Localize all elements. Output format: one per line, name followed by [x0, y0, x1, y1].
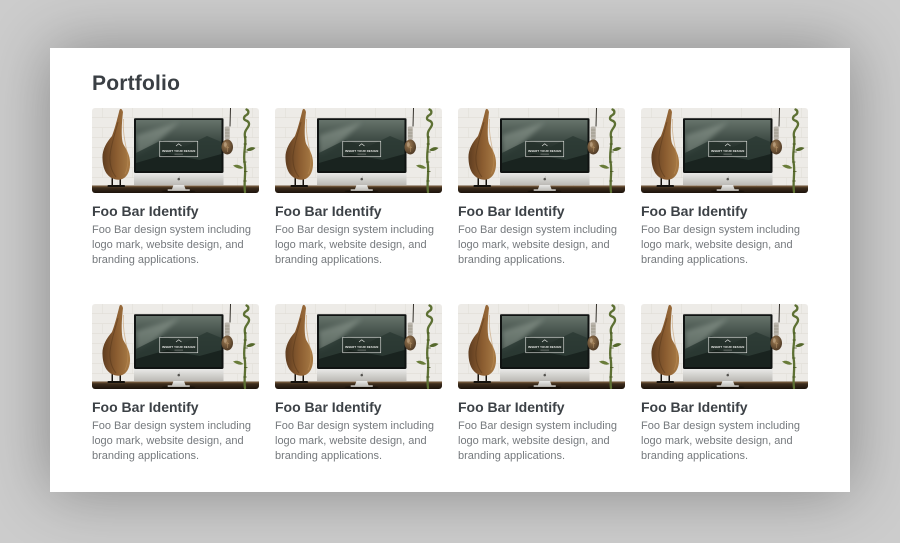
portfolio-item[interactable]: Foo Bar Identify Foo Bar design system i…: [641, 304, 808, 464]
portfolio-item-description: Foo Bar design system including logo mar…: [92, 419, 259, 464]
portfolio-item-title: Foo Bar Identify: [641, 399, 808, 416]
portfolio-thumbnail[interactable]: [641, 304, 808, 389]
portfolio-item-description: Foo Bar design system including logo mar…: [641, 419, 808, 464]
portfolio-thumbnail[interactable]: [275, 108, 442, 193]
portfolio-grid: Foo Bar Identify Foo Bar design system i…: [92, 108, 808, 464]
portfolio-item[interactable]: Foo Bar Identify Foo Bar design system i…: [92, 304, 259, 464]
page-background: { "page": { "background_color": "#cccccc…: [0, 0, 900, 543]
portfolio-thumbnail[interactable]: [92, 108, 259, 193]
content-card: Portfolio Foo Bar Identify Foo Bar desig…: [50, 48, 850, 492]
portfolio-item-description: Foo Bar design system including logo mar…: [458, 419, 625, 464]
portfolio-item[interactable]: Foo Bar Identify Foo Bar design system i…: [458, 108, 625, 268]
portfolio-thumbnail[interactable]: [458, 108, 625, 193]
portfolio-item-title: Foo Bar Identify: [275, 399, 442, 416]
portfolio-item-title: Foo Bar Identify: [641, 203, 808, 220]
portfolio-item-title: Foo Bar Identify: [458, 399, 625, 416]
portfolio-item[interactable]: Foo Bar Identify Foo Bar design system i…: [458, 304, 625, 464]
portfolio-item-title: Foo Bar Identify: [92, 399, 259, 416]
portfolio-item-description: Foo Bar design system including logo mar…: [458, 223, 625, 268]
portfolio-thumbnail[interactable]: [92, 304, 259, 389]
portfolio-thumbnail[interactable]: [275, 304, 442, 389]
portfolio-item-description: Foo Bar design system including logo mar…: [641, 223, 808, 268]
portfolio-item[interactable]: Foo Bar Identify Foo Bar design system i…: [275, 108, 442, 268]
portfolio-item-title: Foo Bar Identify: [92, 203, 259, 220]
portfolio-item[interactable]: Foo Bar Identify Foo Bar design system i…: [275, 304, 442, 464]
portfolio-item-description: Foo Bar design system including logo mar…: [92, 223, 259, 268]
portfolio-item-title: Foo Bar Identify: [275, 203, 442, 220]
portfolio-thumbnail[interactable]: [458, 304, 625, 389]
portfolio-item-description: Foo Bar design system including logo mar…: [275, 223, 442, 268]
portfolio-item-title: Foo Bar Identify: [458, 203, 625, 220]
page-title: Portfolio: [92, 73, 808, 94]
portfolio-item[interactable]: Foo Bar Identify Foo Bar design system i…: [92, 108, 259, 268]
portfolio-item-description: Foo Bar design system including logo mar…: [275, 419, 442, 464]
portfolio-item[interactable]: Foo Bar Identify Foo Bar design system i…: [641, 108, 808, 268]
portfolio-thumbnail[interactable]: [641, 108, 808, 193]
